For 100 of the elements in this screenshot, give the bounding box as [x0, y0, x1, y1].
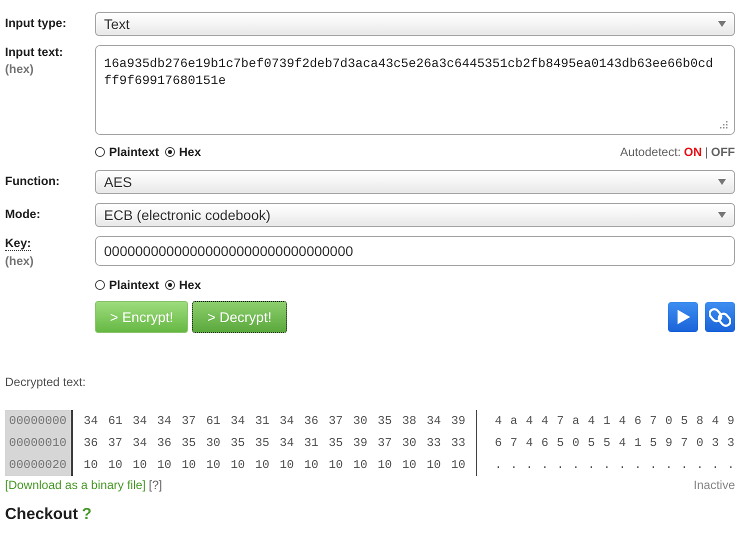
hex-byte: 10	[378, 457, 394, 474]
field-label: Function:	[5, 173, 61, 188]
ascii-char: 5	[556, 435, 565, 452]
hex-byte: 34	[280, 413, 296, 430]
ascii-char: .	[556, 457, 565, 474]
ascii-char: 3	[710, 435, 720, 452]
ascii-char: 4	[710, 413, 720, 430]
hex-byte: 39	[353, 435, 369, 452]
autodetect-on-link[interactable]: ON	[684, 145, 702, 159]
ascii-char: 4	[586, 413, 596, 430]
hex-byte: 37	[108, 435, 124, 452]
hex-byte: 35	[182, 435, 198, 452]
ascii-char: .	[726, 457, 735, 474]
caret-icon	[718, 179, 726, 185]
hex-byte: 10	[304, 457, 320, 474]
hex-byte: 34	[157, 413, 173, 430]
format-radio[interactable]: Plaintext	[95, 278, 160, 292]
ascii-char: .	[571, 457, 580, 474]
hex-byte: 10	[255, 457, 271, 474]
hex-byte: 38	[402, 413, 418, 430]
hex-byte: 35	[230, 435, 246, 452]
format-radio[interactable]: Hex	[165, 278, 202, 292]
ascii-char: .	[633, 457, 642, 474]
ascii-char: .	[695, 457, 704, 474]
ascii-char: 4	[494, 413, 503, 430]
function-select[interactable]: AES	[95, 170, 735, 194]
field-label: Input type:	[5, 15, 68, 30]
ascii-char: 6	[540, 435, 550, 452]
ascii-char: .	[586, 457, 596, 474]
hex-byte: 10	[426, 457, 442, 474]
input-text-area[interactable]: 16a935db276e19b1c7bef0739f2deb7d3aca43c5e26a3c6445351cb2fb8495ea0143db63ee66b0cdff9f69917680151e	[95, 45, 735, 135]
hex-byte: 35	[378, 413, 394, 430]
ascii-char: 9	[726, 413, 735, 430]
ascii-char: 5	[602, 435, 612, 452]
hex-byte: 10	[328, 457, 344, 474]
hex-byte: 34	[426, 413, 442, 430]
ascii-char: 4	[524, 435, 534, 452]
hex-byte: 10	[280, 457, 296, 474]
autodetect-label: Autodetect:	[620, 145, 681, 159]
ascii-char: 6	[633, 413, 642, 430]
output-label: Decrypted text:	[5, 375, 87, 389]
play-button[interactable]	[668, 302, 698, 332]
download-link[interactable]: [Download as a binary file]	[5, 478, 146, 492]
caret-icon	[718, 21, 726, 27]
section-heading: Checkout	[5, 506, 78, 524]
ascii-char: 4	[618, 413, 627, 430]
link-icon	[709, 306, 731, 328]
input-type-select[interactable]: Text	[95, 12, 735, 36]
caret-icon	[718, 212, 726, 218]
hex-byte: 30	[353, 413, 369, 430]
format-radio[interactable]: Plaintext	[95, 145, 160, 159]
ascii-char: .	[494, 457, 503, 474]
field-label: Mode:	[5, 206, 42, 221]
ascii-char: 6	[494, 435, 503, 452]
hex-byte: 30	[402, 435, 418, 452]
hex-byte: 10	[402, 457, 418, 474]
ascii-char: .	[680, 457, 689, 474]
autodetect-off-link[interactable]: OFF	[711, 145, 735, 159]
hex-byte: 10	[132, 457, 148, 474]
ascii-char: 4	[618, 435, 627, 452]
help-link[interactable]: [?]	[148, 478, 162, 492]
ascii-char: 9	[664, 435, 674, 452]
resize-grip-icon	[720, 121, 728, 129]
hex-byte: 36	[84, 435, 100, 452]
mode-select[interactable]: ECB (electronic codebook)	[95, 203, 735, 227]
ascii-char: 4	[524, 413, 534, 430]
field-label: Input text:	[5, 45, 63, 59]
separator-text: |	[704, 145, 708, 159]
hex-byte: 34	[132, 435, 148, 452]
ascii-char: 7	[648, 413, 658, 430]
hex-byte: 35	[328, 435, 344, 452]
format-radio[interactable]: Hex	[165, 145, 202, 159]
ascii-char: .	[664, 457, 674, 474]
hex-byte: 31	[255, 413, 271, 430]
ascii-char: 8	[695, 413, 704, 430]
hex-byte: 10	[182, 457, 198, 474]
hex-byte: 39	[451, 413, 467, 430]
key-field[interactable]: 00000000000000000000000000000000	[95, 236, 735, 266]
field-hint: (hex)	[5, 254, 35, 268]
hex-byte: 31	[304, 435, 320, 452]
field-hint: (hex)	[5, 62, 35, 76]
ascii-char: 0	[664, 413, 674, 430]
ascii-char: 5	[586, 435, 596, 452]
ascii-char: 3	[726, 435, 735, 452]
hex-byte: 10	[206, 457, 222, 474]
link-button[interactable]	[705, 302, 735, 332]
field-label: Key:	[5, 236, 32, 251]
ascii-char: .	[648, 457, 658, 474]
help-link[interactable]: ?	[82, 506, 92, 524]
hex-byte: 34	[280, 435, 296, 452]
hex-byte: 37	[378, 435, 394, 452]
hex-byte: 34	[84, 413, 100, 430]
hex-byte: 61	[206, 413, 222, 430]
hex-byte: 36	[157, 435, 173, 452]
hex-byte: 10	[108, 457, 124, 474]
hex-byte: 10	[84, 457, 100, 474]
status-text: Inactive	[694, 478, 735, 492]
hex-byte: 34	[132, 413, 148, 430]
ascii-char: 7	[680, 435, 689, 452]
hex-byte: 37	[328, 413, 344, 430]
